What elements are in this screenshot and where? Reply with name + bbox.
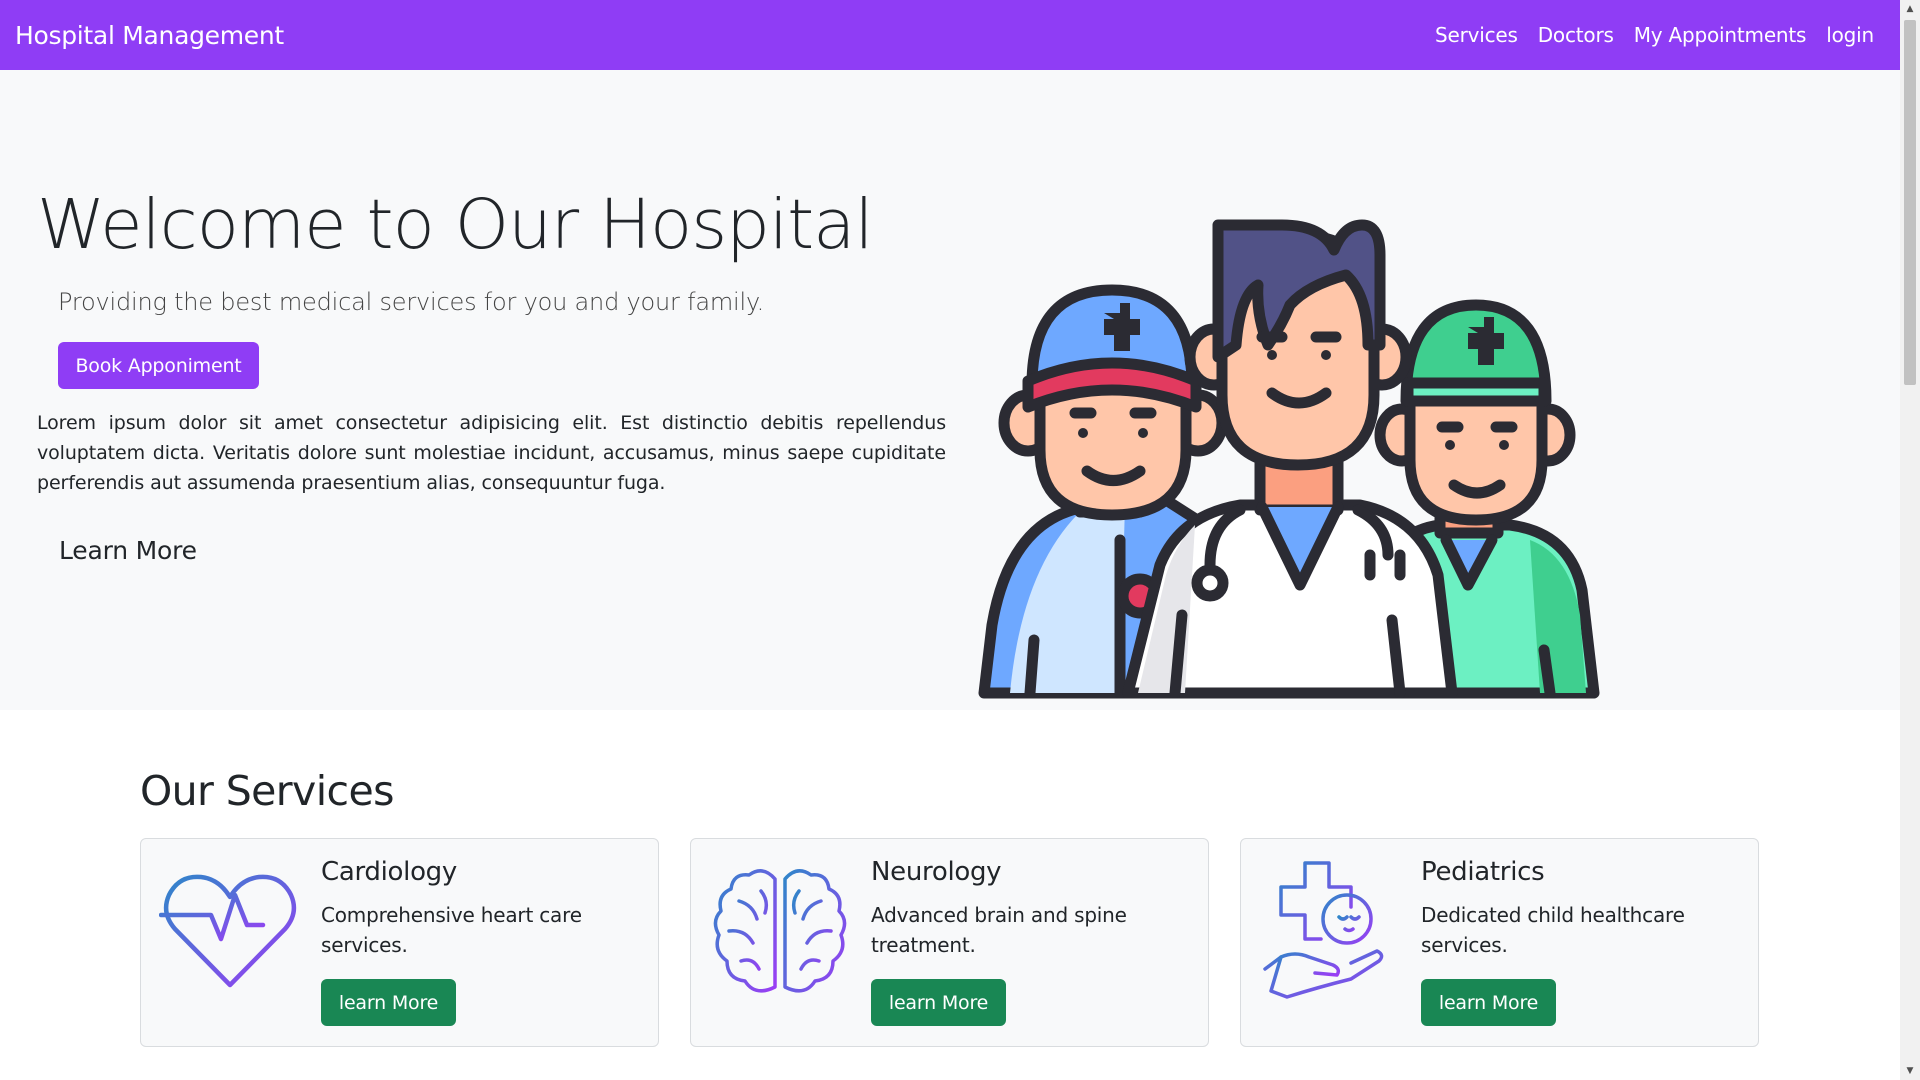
cardiology-learn-more-button[interactable]: learn More — [321, 979, 456, 1026]
card-title-cardiology: Cardiology — [321, 857, 457, 887]
scroll-down-arrow-icon[interactable]: ▼ — [1900, 1062, 1920, 1080]
service-card-neurology: Neurology Advanced brain and spine treat… — [690, 838, 1209, 1047]
card-title-pediatrics: Pediatrics — [1421, 857, 1545, 887]
nav-links: Services Doctors My Appointments login — [1435, 23, 1874, 47]
scroll-thumb[interactable] — [1904, 20, 1916, 385]
card-text-cardiology: Comprehensive heart care services. — [321, 903, 582, 957]
brain-icon — [713, 869, 847, 993]
baby-care-icon — [1263, 861, 1384, 999]
nav-link-doctors[interactable]: Doctors — [1538, 23, 1614, 47]
pediatrics-learn-more-button[interactable]: learn More — [1421, 979, 1556, 1026]
learn-more-button[interactable]: Learn More — [45, 525, 211, 575]
card-text-neurology: Advanced brain and spine treatment. — [871, 903, 1127, 957]
hero-section: Welcome to Our Hospital Providing the be… — [0, 70, 1900, 710]
nav-link-my-appointments[interactable]: My Appointments — [1634, 23, 1807, 47]
scroll-up-arrow-icon[interactable]: ▲ — [1900, 0, 1920, 18]
services-heading: Our Services — [140, 767, 394, 815]
page: Hospital Management Services Doctors My … — [0, 0, 1900, 1080]
hero-subtitle: Providing the best medical services for … — [58, 288, 765, 316]
service-card-pediatrics: Pediatrics Dedicated child healthcare se… — [1240, 838, 1759, 1047]
card-title-neurology: Neurology — [871, 857, 1002, 887]
book-appointment-button[interactable]: Book Apponiment — [58, 342, 259, 389]
navbar-brand[interactable]: Hospital Management — [15, 21, 284, 50]
card-text-pediatrics: Dedicated child healthcare services. — [1421, 903, 1685, 957]
nav-link-services[interactable]: Services — [1435, 23, 1518, 47]
doctors-team-illustration — [978, 219, 1600, 699]
nav-link-login[interactable]: login — [1826, 23, 1874, 47]
vertical-scrollbar[interactable]: ▲ ▼ — [1900, 0, 1920, 1080]
heart-pulse-icon — [159, 874, 297, 988]
navbar: Hospital Management Services Doctors My … — [0, 0, 1900, 70]
hero-title: Welcome to Our Hospital — [37, 185, 874, 265]
service-card-cardiology: Cardiology Comprehensive heart care serv… — [140, 838, 659, 1047]
neurology-learn-more-button[interactable]: learn More — [871, 979, 1006, 1026]
hero-description: Lorem ipsum dolor sit amet consectetur a… — [37, 412, 946, 494]
